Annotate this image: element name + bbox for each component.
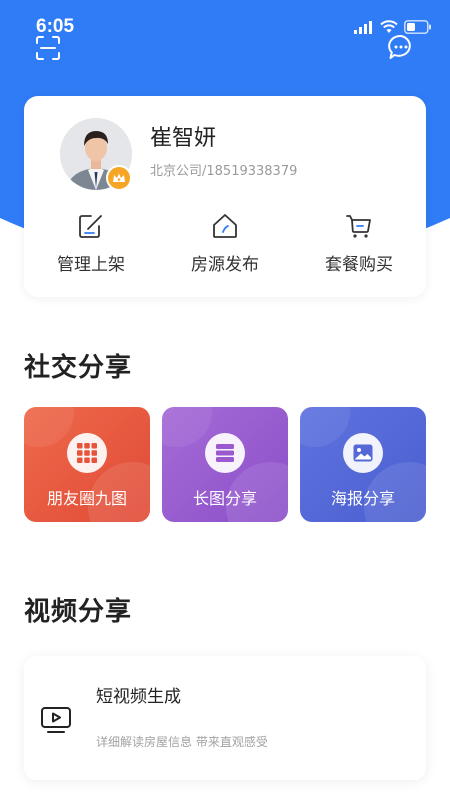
buy-package-button[interactable]: 套餐购买 — [292, 210, 426, 280]
poster-share-card[interactable]: 海报分享 — [300, 407, 426, 522]
long-image-icon — [205, 433, 245, 473]
publish-listing-button[interactable]: 房源发布 — [158, 210, 292, 280]
short-video-card[interactable]: 短视频生成 详细解读房屋信息 带来直观感受 — [24, 656, 426, 780]
house-icon — [211, 210, 239, 242]
quick-actions: 管理上架 房源发布 套餐购买 — [24, 210, 426, 280]
long-image-share-label: 长图分享 — [192, 489, 257, 508]
scan-icon — [35, 35, 61, 65]
video-share-title: 视频分享 — [24, 597, 133, 627]
crown-icon — [112, 169, 126, 188]
poster-share-label: 海报分享 — [330, 489, 395, 508]
short-video-description: 详细解读房屋信息 带来直观感受 — [96, 735, 268, 749]
profile-card: 崔智妍 北京公司/18519338379 管理上架 房源发布 套餐购买 — [24, 96, 426, 297]
chat-bubble-icon — [387, 33, 415, 65]
moments-nine-grid-label: 朋友圈九图 — [46, 489, 127, 508]
manage-listing-label: 管理上架 — [57, 255, 125, 275]
edit-icon — [77, 210, 105, 242]
manage-listing-button[interactable]: 管理上架 — [24, 210, 158, 280]
scan-button[interactable] — [33, 35, 63, 65]
cart-icon — [345, 210, 373, 242]
short-video-title: 短视频生成 — [96, 687, 181, 707]
buy-package-label: 套餐购买 — [325, 255, 393, 275]
long-image-share-card[interactable]: 长图分享 — [162, 407, 288, 522]
status-bar: 6:05 — [0, 0, 450, 50]
signal-icon — [354, 19, 374, 38]
poster-image-icon — [343, 433, 383, 473]
social-share-title: 社交分享 — [24, 353, 133, 383]
message-button[interactable] — [386, 34, 416, 64]
publish-listing-label: 房源发布 — [191, 255, 259, 275]
vip-badge — [106, 165, 132, 191]
moments-nine-grid-card[interactable]: 朋友圈九图 — [24, 407, 150, 522]
video-play-icon — [40, 706, 72, 738]
grid-icon — [67, 433, 107, 473]
user-company-phone: 北京公司/18519338379 — [150, 164, 298, 179]
user-name: 崔智妍 — [150, 126, 217, 151]
